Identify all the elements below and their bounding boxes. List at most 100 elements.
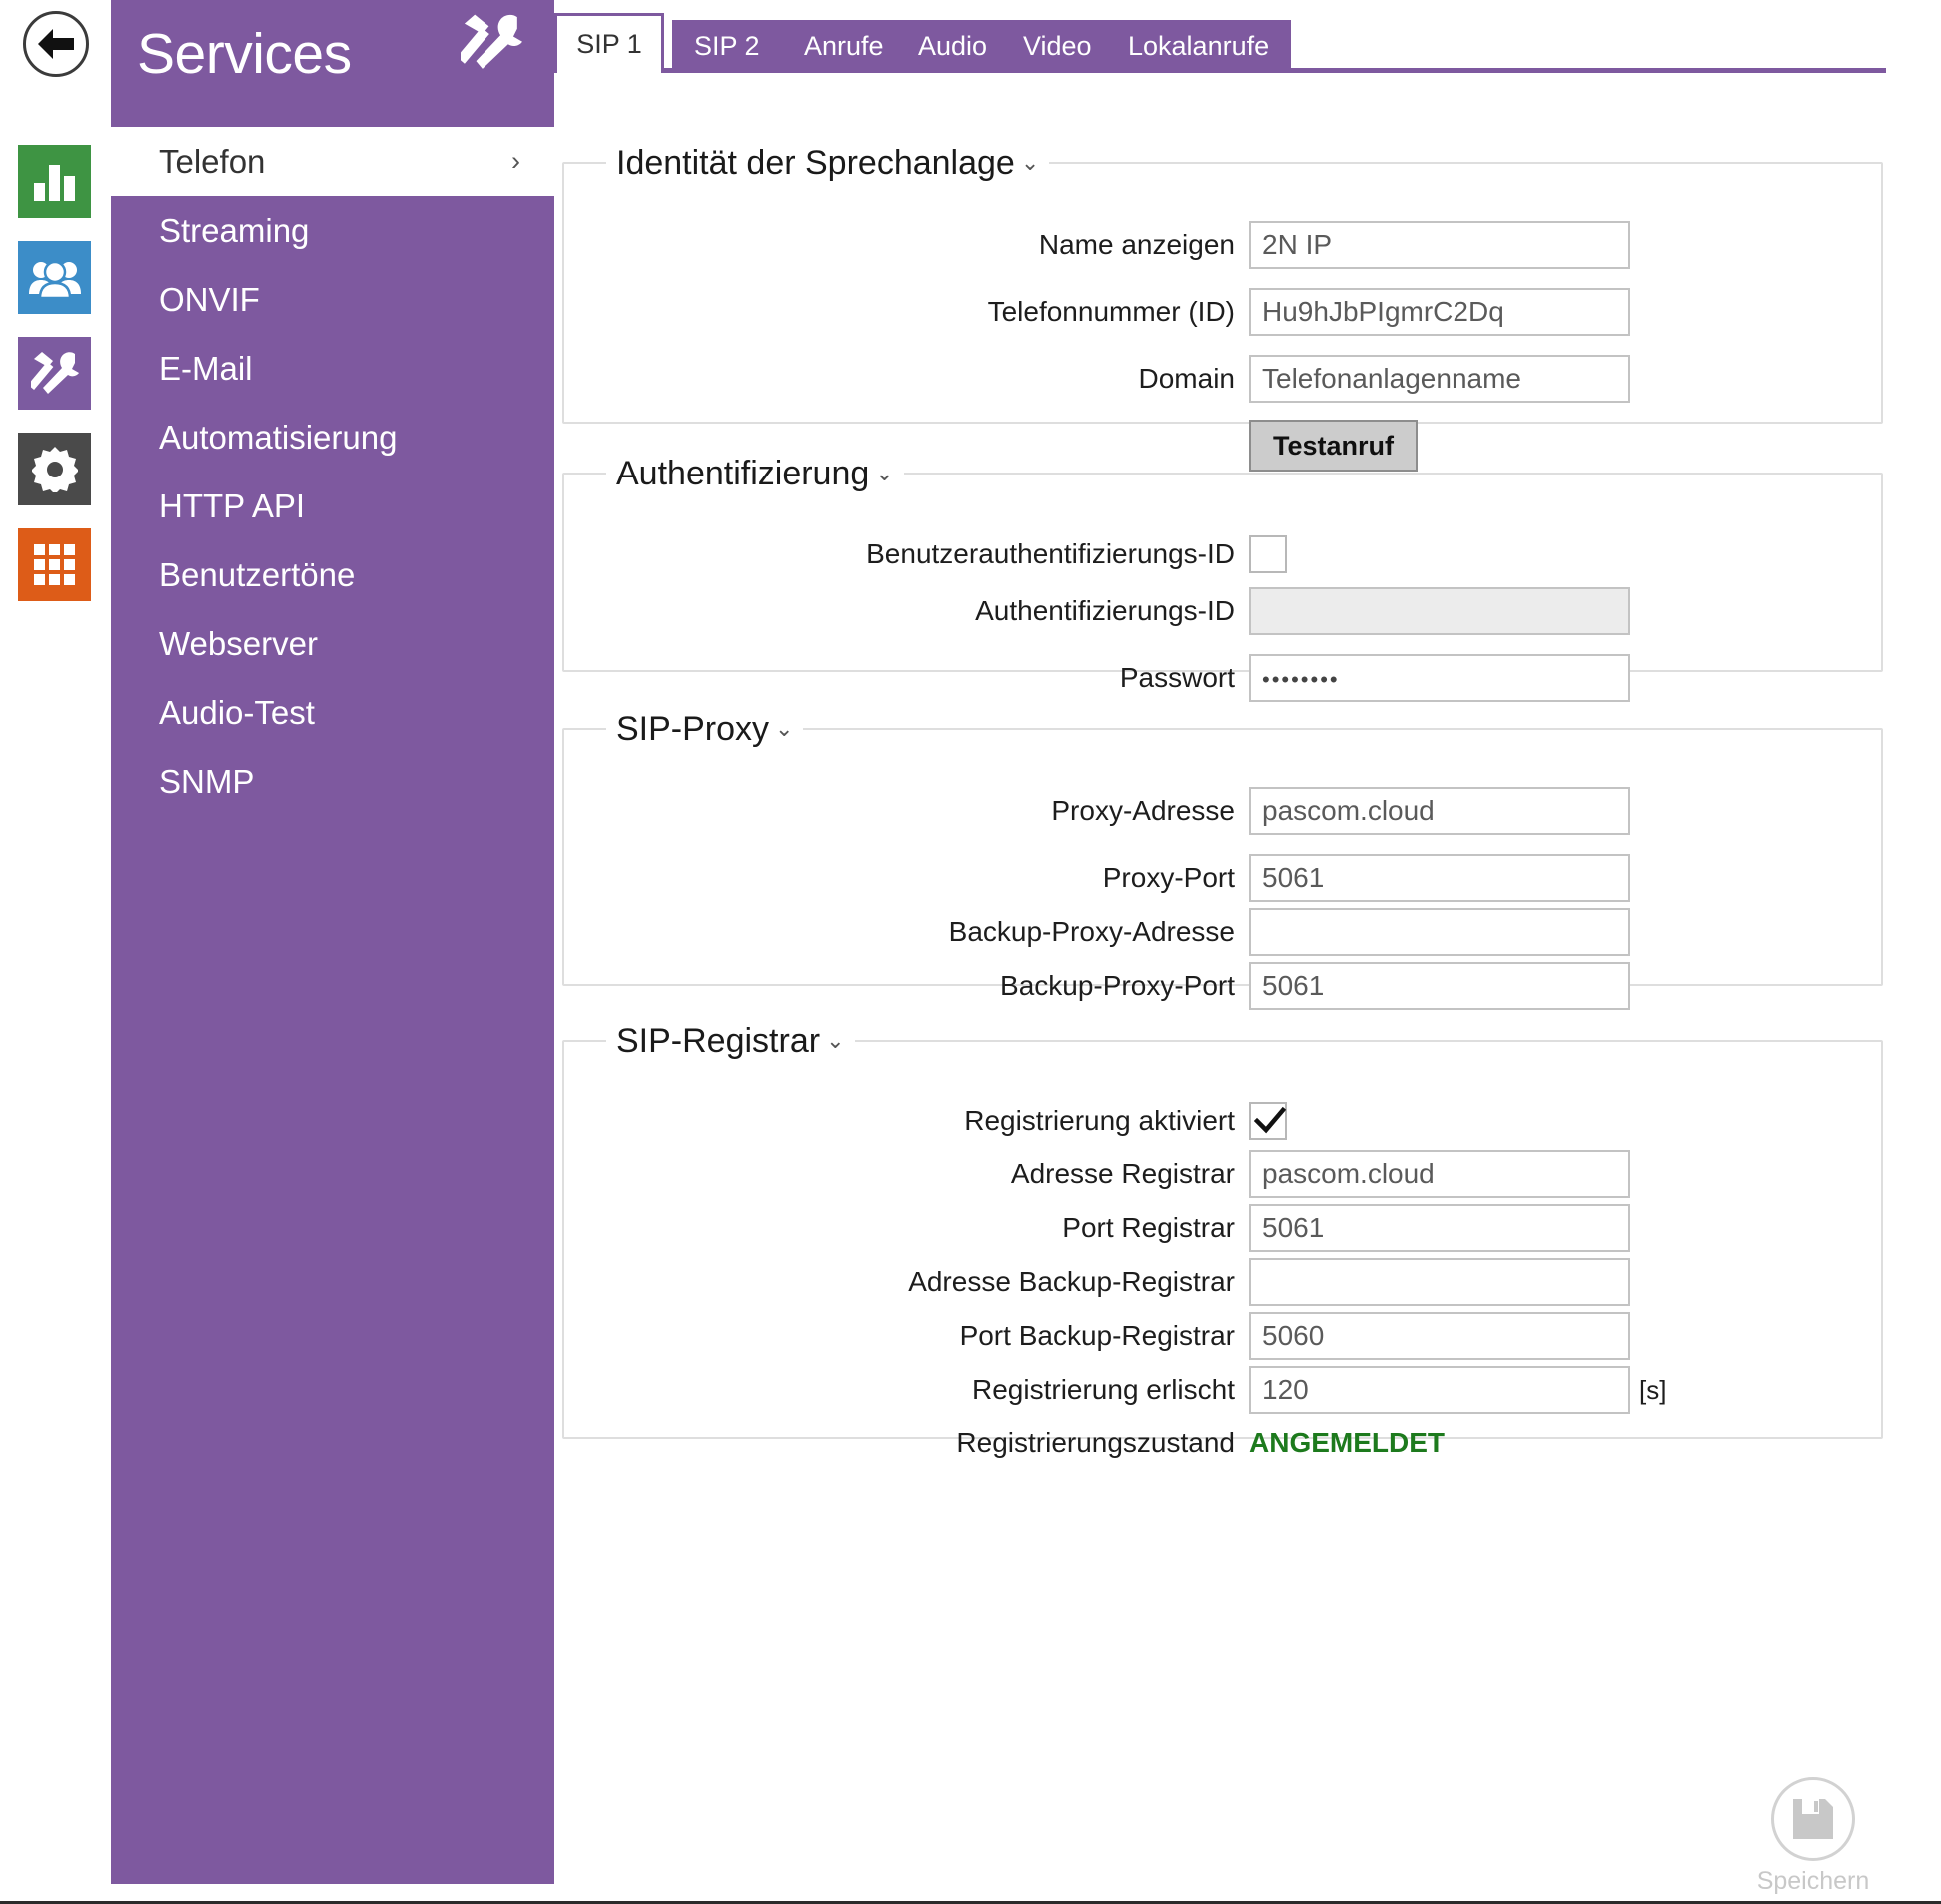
rail-item-status[interactable] — [18, 145, 91, 218]
input-registrar-port[interactable]: 5061 — [1249, 1204, 1630, 1252]
test-call-button[interactable]: Testanruf — [1249, 420, 1419, 472]
sidebar-item-label: ONVIF — [159, 280, 260, 318]
tab-bar: SIP 1 SIP 2 Anrufe Audio Video Lokalanru… — [554, 0, 1941, 90]
sidebar-item-audio-test[interactable]: Audio-Test — [111, 678, 554, 747]
chevron-down-icon: ⌄ — [875, 461, 894, 485]
input-registrar-address[interactable]: pascom.cloud — [1249, 1150, 1630, 1198]
sidebar-item-onvif[interactable]: ONVIF — [111, 265, 554, 334]
input-auth-id[interactable] — [1249, 587, 1630, 635]
sidebar-item-label: Webserver — [159, 624, 318, 662]
back-button[interactable] — [23, 11, 89, 77]
chevron-down-icon: ⌄ — [1020, 150, 1040, 175]
label-display-name: Name anzeigen — [1038, 229, 1235, 260]
sidebar-item-label: HTTP API — [159, 486, 306, 524]
label-user-auth-id: Benutzerauthentifizierungs-ID — [866, 538, 1235, 569]
hammer-wrench-icon — [457, 12, 522, 74]
input-display-name[interactable]: 2N IP — [1249, 221, 1630, 269]
group-identity-legend: Identität der Sprechanlage ⌄ — [606, 137, 1050, 189]
sidebar-item-snmp[interactable]: SNMP — [111, 747, 554, 816]
main-content: SIP 1 SIP 2 Anrufe Audio Video Lokalanru… — [554, 0, 1941, 1904]
sidebar-item-telefon[interactable]: Telefon › — [111, 127, 554, 196]
input-backup-registrar-port[interactable]: 5060 — [1249, 1312, 1630, 1360]
label-registrar-port: Port Registrar — [1062, 1212, 1235, 1243]
group-sip-registrar-legend: SIP-Registrar ⌄ — [606, 1015, 855, 1067]
sidebar-item-label: Benutzertöne — [159, 555, 356, 593]
field-row-backup-registrar-address: Adresse Backup-Registrar — [554, 1258, 1235, 1306]
sidebar-item-label: Telefon — [159, 142, 266, 180]
save-button-circle — [1771, 1777, 1855, 1861]
back-arrow-icon — [38, 29, 74, 59]
checkbox-registration-enabled[interactable] — [1249, 1102, 1287, 1140]
field-row-password: Passwort — [554, 654, 1235, 702]
input-phone-number[interactable]: Hu9hJbPIgmrC2Dq — [1249, 288, 1630, 336]
label-registration-enabled: Registrierung aktiviert — [964, 1105, 1235, 1136]
input-proxy-address[interactable]: pascom.cloud — [1249, 787, 1630, 835]
input-registration-expiry[interactable]: 120 — [1249, 1366, 1630, 1414]
sidebar-item-email[interactable]: E-Mail — [111, 334, 554, 403]
sidebar-item-label: Automatisierung — [159, 418, 398, 456]
save-button[interactable]: Speichern — [1733, 1777, 1893, 1896]
tab-audio[interactable]: Audio — [896, 20, 1010, 73]
label-auth-id: Authentifizierungs-ID — [975, 595, 1235, 626]
sidebar-item-label: E-Mail — [159, 349, 253, 387]
tab-sip-2[interactable]: SIP 2 — [672, 20, 782, 73]
sidebar-header: Services — [111, 0, 554, 111]
input-backup-proxy-port[interactable]: 5061 — [1249, 962, 1630, 1010]
field-row-registration-state: Registrierungszustand — [554, 1420, 1235, 1467]
sidebar-item-label: Streaming — [159, 211, 310, 249]
status-icon — [33, 164, 75, 201]
rail-item-services[interactable] — [18, 337, 91, 410]
sidebar-item-webserver[interactable]: Webserver — [111, 609, 554, 678]
tab-lokalanrufe[interactable]: Lokalanrufe — [1106, 20, 1292, 73]
label-backup-proxy-port: Backup-Proxy-Port — [1000, 970, 1235, 1001]
input-password[interactable]: •••••••• — [1249, 654, 1630, 702]
rail-item-apps[interactable] — [18, 528, 91, 601]
label-registrar-address: Adresse Registrar — [1010, 1158, 1235, 1189]
field-row-auth-id: Authentifizierungs-ID — [554, 587, 1235, 635]
field-row-registrar-port: Port Registrar — [554, 1204, 1235, 1252]
label-proxy-address: Proxy-Adresse — [1051, 795, 1235, 826]
rail-item-system[interactable] — [18, 433, 91, 505]
sidebar-item-benutzertoene[interactable]: Benutzertöne — [111, 540, 554, 609]
label-backup-registrar-address: Adresse Backup-Registrar — [908, 1266, 1235, 1297]
label-backup-registrar-port: Port Backup-Registrar — [959, 1320, 1235, 1351]
label-domain: Domain — [1138, 363, 1235, 394]
tab-sip-1[interactable]: SIP 1 — [554, 13, 664, 73]
field-row-user-auth-id: Benutzerauthentifizierungs-ID — [554, 530, 1235, 578]
tab-anrufe[interactable]: Anrufe — [782, 20, 906, 73]
checkbox-user-auth-id[interactable] — [1249, 535, 1287, 573]
chevron-down-icon: ⌄ — [826, 1028, 845, 1053]
field-row-proxy-port: Proxy-Port — [554, 854, 1235, 902]
sidebar: Services Telefon › Streaming ONVIF E-Mai… — [111, 0, 554, 1884]
floppy-disk-icon — [1793, 1799, 1833, 1839]
save-button-label: Speichern — [1756, 1867, 1870, 1895]
label-password: Passwort — [1119, 662, 1235, 693]
rail-item-directory[interactable] — [18, 241, 91, 314]
sidebar-title: Services — [137, 22, 352, 86]
checkmark-icon — [1253, 1106, 1287, 1134]
input-proxy-port[interactable]: 5061 — [1249, 854, 1630, 902]
field-row-backup-proxy-address: Backup-Proxy-Adresse — [554, 908, 1235, 956]
field-row-registration-enabled: Registrierung aktiviert — [554, 1097, 1235, 1145]
label-registration-state: Registrierungszustand — [956, 1428, 1235, 1458]
status-badge-registration-state: ANGEMELDET — [1249, 1428, 1445, 1458]
field-row-display-name: Name anzeigen — [554, 221, 1235, 269]
sidebar-item-automatisierung[interactable]: Automatisierung — [111, 403, 554, 472]
input-domain[interactable]: Telefonanlagenname — [1249, 355, 1630, 403]
field-row-proxy-address: Proxy-Adresse — [554, 787, 1235, 835]
sidebar-item-http-api[interactable]: HTTP API — [111, 472, 554, 540]
sidebar-item-label: Audio-Test — [159, 693, 315, 731]
sidebar-item-streaming[interactable]: Streaming — [111, 196, 554, 265]
group-auth-legend: Authentifizierung ⌄ — [606, 448, 904, 499]
sidebar-item-label: SNMP — [159, 762, 255, 800]
input-backup-proxy-address[interactable] — [1249, 908, 1630, 956]
label-proxy-port: Proxy-Port — [1102, 862, 1235, 893]
label-phone-number: Telefonnummer (ID) — [987, 296, 1235, 327]
tab-video[interactable]: Video — [1001, 20, 1114, 73]
directory-icon — [28, 260, 81, 298]
field-row-domain: Domain — [554, 355, 1235, 403]
field-row-registrar-address: Adresse Registrar — [554, 1150, 1235, 1198]
input-backup-registrar-address[interactable] — [1249, 1258, 1630, 1306]
label-backup-proxy-address: Backup-Proxy-Adresse — [948, 916, 1235, 947]
chevron-right-icon: › — [511, 146, 520, 176]
